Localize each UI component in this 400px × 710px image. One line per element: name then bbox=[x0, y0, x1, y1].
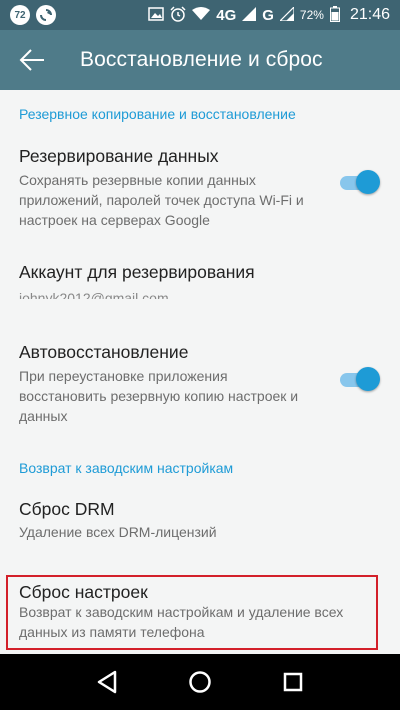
backup-data-title: Резервирование данных bbox=[19, 146, 219, 166]
arrow-left-icon bbox=[19, 49, 44, 71]
back-button[interactable] bbox=[2, 30, 62, 90]
page-title: Восстановление и сброс bbox=[80, 48, 323, 71]
image-icon bbox=[148, 6, 164, 24]
toggle-thumb bbox=[356, 170, 380, 194]
notification-badge: 72 bbox=[10, 5, 30, 25]
backup-data-toggle[interactable] bbox=[340, 170, 380, 196]
alarm-icon bbox=[170, 5, 186, 25]
battery-icon bbox=[329, 5, 340, 25]
auto-restore-title: Автовосстановление bbox=[19, 342, 189, 362]
section-header-backup: Резервное копирование и восстановление bbox=[19, 106, 296, 122]
auto-restore-subtitle: При переустановке приложения восстановит… bbox=[19, 368, 299, 424]
network-type-2: G bbox=[262, 6, 274, 24]
battery-percent: 72% bbox=[299, 8, 324, 22]
status-bar: 72 4G G 72% 21:46 bbox=[0, 0, 400, 30]
network-type: 4G bbox=[216, 6, 237, 24]
triangle-back-icon bbox=[97, 670, 116, 694]
nav-back-button[interactable] bbox=[87, 662, 127, 702]
square-recents-icon bbox=[284, 672, 303, 692]
signal-icon-2 bbox=[278, 5, 295, 24]
circle-home-icon bbox=[189, 671, 211, 693]
navigation-bar bbox=[0, 654, 400, 710]
wifi-icon bbox=[192, 6, 211, 24]
backup-account-title: Аккаунт для резервирования bbox=[19, 262, 255, 282]
settings-list: Резервное копирование и восстановление Р… bbox=[0, 90, 400, 654]
sync-icon bbox=[36, 5, 56, 25]
backup-account-email: johnyk2012@gmail.com bbox=[19, 290, 169, 299]
drm-reset-title: Сброс DRM bbox=[19, 499, 115, 519]
auto-restore-toggle[interactable] bbox=[340, 367, 380, 393]
backup-data-subtitle: Сохранять резервные копии данных приложе… bbox=[19, 172, 304, 228]
section-header-factory: Возврат к заводским настройкам bbox=[19, 460, 234, 476]
drm-reset-subtitle: Удаление всех DRM-лицензий bbox=[19, 524, 217, 540]
factory-reset-subtitle: Возврат к заводским настройкам и удалени… bbox=[19, 604, 344, 640]
signal-icon bbox=[242, 6, 257, 24]
clock: 21:46 bbox=[349, 6, 390, 23]
nav-home-button[interactable] bbox=[180, 662, 220, 702]
nav-recents-button[interactable] bbox=[273, 662, 313, 702]
app-bar: Восстановление и сброс bbox=[0, 30, 400, 90]
toggle-thumb bbox=[356, 367, 380, 391]
factory-reset-title: Сброс настроек bbox=[19, 582, 148, 602]
